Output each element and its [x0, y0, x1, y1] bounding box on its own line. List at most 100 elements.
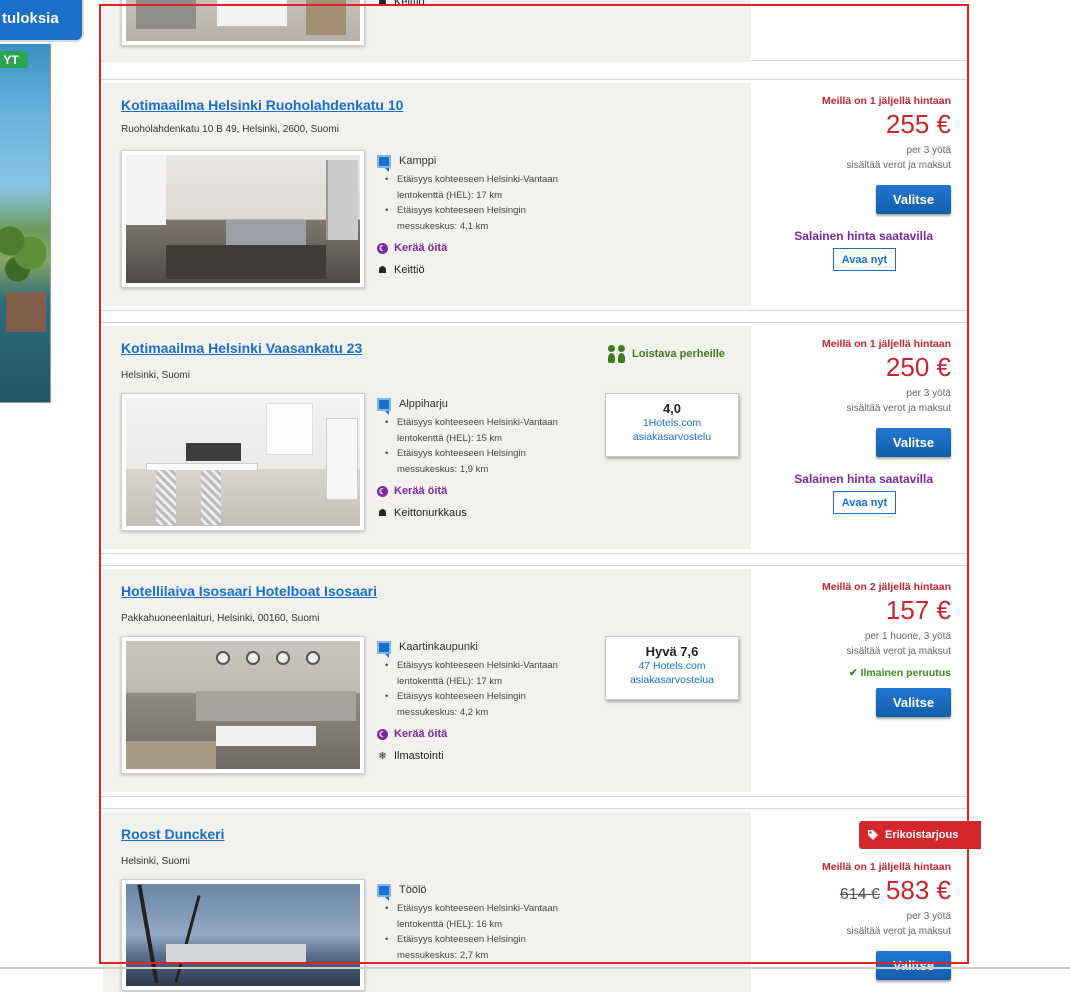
kitchen-icon: ☗	[378, 507, 387, 519]
airport-distance: Etäisyys kohteeseen Helsinki-Vantaan len…	[385, 658, 587, 689]
price-panel: Meillä on 1 jäljellä hintaan 255 € per 3…	[751, 80, 969, 310]
hotel-name-link[interactable]: Hotellilaiva Isosaari Hotelboat Isosaari	[121, 583, 377, 599]
hotel-address: Pakkahuoneenlaituri, Helsinki, 00160, Su…	[121, 613, 320, 624]
hotel-card-main: Kotimaailma Helsinki Vaasankatu 23 Helsi…	[103, 326, 751, 549]
neighborhood-label: Alppiharju	[399, 398, 448, 410]
hotel-photo[interactable]	[121, 150, 365, 288]
family-icon	[608, 345, 626, 363]
kitchen-icon: ☗	[378, 264, 387, 276]
now-badge: YT	[0, 51, 28, 68]
collect-nights-label: Kerää öitä	[394, 242, 448, 254]
open-now-button[interactable]: Avaa nyt	[833, 248, 896, 271]
hotel-card-ruoholahdenkatu: Kotimaailma Helsinki Ruoholahdenkatu 10 …	[101, 79, 969, 311]
hotel-name-link[interactable]: Kotimaailma Helsinki Vaasankatu 23	[121, 340, 362, 356]
price-per: per 3 yötä	[906, 388, 951, 399]
price-value: 583 €	[885, 875, 951, 905]
family-badge: Loistava perheille	[608, 345, 725, 363]
hotel-photo[interactable]	[121, 636, 365, 774]
airport-distance: Etäisyys kohteeseen Helsinki-Vantaan len…	[385, 901, 587, 932]
moon-icon: ☾	[377, 485, 388, 497]
hotel-card-roost-dunckeri: Roost Dunckeri Helsinki, Suomi Töölö Etä…	[101, 808, 981, 992]
check-icon: ✔	[848, 667, 858, 679]
review-box[interactable]: 4,0 1Hotels.com asiakasarvostelu	[605, 393, 739, 457]
hotel-card-partial: ☗ Keittiö	[101, 0, 969, 62]
availability-text: Meillä on 2 jäljellä hintaan	[822, 581, 951, 593]
hotel-info: Kaartinkaupunki Etäisyys kohteeseen Hels…	[377, 638, 587, 764]
review-label: asiakasarvostelu	[632, 431, 712, 443]
collect-nights-label: Kerää öitä	[394, 485, 448, 497]
neighborhood-label: Kamppi	[399, 155, 437, 167]
price-value: 255 €	[885, 109, 951, 139]
neighborhood: Töölö	[377, 881, 587, 901]
fair-distance: Etäisyys kohteeseen Helsingin messukesku…	[385, 446, 587, 477]
neighborhood: Alppiharju	[377, 395, 587, 415]
amenity-label: Ilmastointi	[394, 750, 444, 762]
select-button[interactable]: Valitse	[876, 688, 951, 717]
neighborhood: Kaartinkaupunki	[377, 638, 587, 658]
price-taxes: sisältää verot ja maksut	[846, 403, 952, 414]
distance-list: Etäisyys kohteeseen Helsinki-Vantaan len…	[377, 901, 587, 963]
amenity: ☗ Keittonurkkaus	[377, 505, 587, 521]
price-taxes: sisältää verot ja maksut	[846, 646, 952, 657]
building-graphic	[6, 292, 46, 332]
amenity: ☗ Keittiö	[377, 262, 587, 278]
review-score: 4,0	[662, 401, 682, 416]
hotel-photo[interactable]	[121, 393, 365, 531]
distance-list: Etäisyys kohteeseen Helsinki-Vantaan len…	[377, 658, 587, 720]
price: 614 € 583 €	[840, 875, 951, 906]
hotel-name-link[interactable]: Roost Dunckeri	[121, 826, 224, 842]
open-now-button[interactable]: Avaa nyt	[833, 491, 896, 514]
show-results-button[interactable]: tuloksia	[0, 0, 82, 40]
hotel-card-vaasankatu: Kotimaailma Helsinki Vaasankatu 23 Helsi…	[101, 322, 969, 554]
price-panel: Meillä on 1 jäljellä hintaan 250 € per 3…	[751, 323, 969, 553]
hotel-photo[interactable]	[121, 0, 365, 46]
map-pin-icon	[377, 397, 391, 415]
price-note: per 3 yötä sisältää verot ja maksut	[847, 909, 952, 939]
hotel-info: Töölö Etäisyys kohteeseen Helsinki-Vanta…	[377, 881, 587, 963]
price-panel: Meillä on 1 jäljellä hintaan 614 €583 € …	[751, 809, 969, 989]
collect-nights: ☾ Kerää öitä	[377, 726, 587, 742]
amenity-label: Keittonurkkaus	[394, 507, 467, 519]
select-button[interactable]: Valitse	[876, 951, 951, 980]
amenity-label: Keittiö	[394, 264, 425, 276]
moon-icon: ☾	[377, 728, 388, 740]
hotel-address: Ruoholahdenkatu 10 B 49, Helsinki, 2600,…	[121, 124, 339, 135]
destination-image	[0, 44, 51, 403]
show-results-label: tuloksia	[2, 9, 59, 27]
hotel-card-main: ☗ Keittiö	[103, 0, 751, 62]
hotel-name-link[interactable]: Kotimaailma Helsinki Ruoholahdenkatu 10	[121, 97, 403, 113]
fair-distance: Etäisyys kohteeseen Helsingin messukesku…	[385, 932, 587, 963]
price-note: per 3 yötä sisältää verot ja maksut	[847, 143, 952, 173]
snowflake-icon: ❄	[378, 750, 387, 762]
select-button[interactable]: Valitse	[876, 428, 951, 457]
availability-text: Meillä on 1 jäljellä hintaan	[822, 95, 951, 107]
review-box[interactable]: Hyvä 7,6 47 Hotels.com asiakasarvostelua	[605, 636, 739, 700]
review-score: Hyvä 7,6	[645, 644, 699, 659]
secret-price-text: Salainen hinta saatavilla	[794, 229, 933, 243]
hotel-address: Helsinki, Suomi	[121, 370, 190, 381]
price: 157 €	[886, 595, 951, 626]
neighborhood-label: Töölö	[399, 884, 427, 896]
price-taxes: sisältää verot ja maksut	[846, 160, 952, 171]
price-value: 250 €	[885, 352, 951, 382]
hotel-card-main: Hotellilaiva Isosaari Hotelboat Isosaari…	[103, 569, 751, 792]
hotel-info: ☗ Keittiö	[377, 0, 587, 10]
distance-list: Etäisyys kohteeseen Helsinki-Vantaan len…	[377, 415, 587, 477]
hotel-photo[interactable]	[121, 879, 365, 991]
price-taxes: sisältää verot ja maksut	[846, 926, 952, 937]
airport-distance: Etäisyys kohteeseen Helsinki-Vantaan len…	[385, 172, 587, 203]
price: 250 €	[886, 352, 951, 383]
fair-distance: Etäisyys kohteeseen Helsingin messukesku…	[385, 203, 587, 234]
fair-distance: Etäisyys kohteeseen Helsingin messukesku…	[385, 689, 587, 720]
distance-list: Etäisyys kohteeseen Helsinki-Vantaan len…	[377, 172, 587, 234]
review-label: asiakasarvostelua	[629, 674, 715, 686]
price: 255 €	[886, 109, 951, 140]
price-per: per 3 yötä	[906, 145, 951, 156]
map-pin-icon	[377, 154, 391, 172]
collect-nights-label: Kerää öitä	[394, 728, 448, 740]
price-note: per 3 yötä sisältää verot ja maksut	[847, 386, 952, 416]
select-button[interactable]: Valitse	[876, 185, 951, 214]
moon-icon: ☾	[377, 242, 388, 254]
map-pin-icon	[377, 883, 391, 901]
neighborhood-label: Kaartinkaupunki	[399, 641, 478, 653]
